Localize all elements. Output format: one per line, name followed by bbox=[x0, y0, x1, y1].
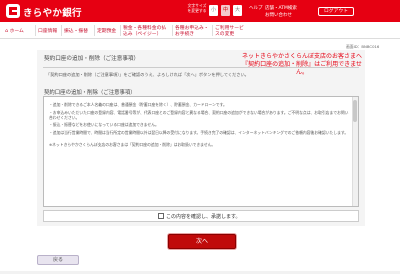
page-title: 契約口座の追加・削除（ご注意事項） bbox=[44, 56, 140, 62]
font-size-medium-button[interactable]: 中 bbox=[221, 5, 230, 16]
next-button[interactable]: 次へ bbox=[168, 234, 236, 249]
nav-divider bbox=[172, 25, 173, 36]
scrollbar-track[interactable] bbox=[352, 97, 358, 206]
font-size-small-button[interactable]: 小 bbox=[209, 5, 218, 16]
shop-atm-link[interactable]: 店舗・ATM検索 bbox=[265, 5, 297, 11]
font-size-large-button[interactable]: 大 bbox=[233, 5, 242, 16]
confirm-checkbox[interactable] bbox=[158, 213, 164, 219]
font-size-label: 文字サイズを変更する bbox=[187, 3, 207, 13]
bank-logo-icon bbox=[6, 4, 20, 18]
notice-message: ネットきらやかさくらんぼ支店のお客さまへ 『契約口座の追加・削除』はご利用できま… bbox=[242, 53, 362, 77]
term-item: ・追加・削除できるご本人名義の口座は、普通預金（貯蓄口座を除く）、貯蓄預金、カー… bbox=[49, 102, 227, 107]
terms-scroll-box[interactable]: ・追加・削除できるご本人名義の口座は、普通預金（貯蓄口座を除く）、貯蓄預金、カー… bbox=[43, 96, 359, 207]
header-bar: きらやか銀行 文字サイズを変更する 小 中 大 ヘルプ 店舗・ATM検索 お問い… bbox=[0, 0, 400, 22]
title-divider bbox=[43, 67, 359, 68]
nav-transfer[interactable]: 振込・振替 bbox=[64, 29, 88, 35]
inquiry-link[interactable]: お問い合わせ bbox=[265, 12, 292, 18]
bank-name[interactable]: きらやか銀行 bbox=[23, 5, 82, 19]
nav-pay-easy[interactable]: 税金・各種料金の払込み（ペイジー） bbox=[123, 26, 169, 37]
nav-divider bbox=[94, 25, 95, 36]
nav-account-info[interactable]: 口座情報 bbox=[38, 29, 57, 35]
notice-line: ネットきらやかさくらんぼ支店のお客さまへ bbox=[242, 53, 363, 60]
notice-line: 『契約口座の追加・削除』はご利用できません。 bbox=[242, 61, 362, 76]
term-item: ・振込・振替などをお使いになっている口座は追加できません。 bbox=[49, 122, 159, 127]
nav-divider bbox=[120, 25, 121, 36]
scrollbar-thumb[interactable] bbox=[353, 100, 357, 122]
logout-button[interactable]: ログアウト bbox=[318, 7, 354, 16]
nav-service-change[interactable]: ご利用サービスの変更 bbox=[215, 26, 247, 37]
intro-text: 「契約口座の追加・削除（ご注意事項）」をご確認のうえ、よろしければ「次へ」ボタン… bbox=[46, 72, 249, 77]
nav-applications[interactable]: 各種お申込み・お手続き bbox=[175, 26, 209, 37]
back-button[interactable]: 戻る bbox=[37, 255, 79, 265]
nav-time-deposit[interactable]: 定期預金 bbox=[97, 29, 116, 35]
home-icon: ⌂ bbox=[5, 29, 9, 34]
section-title: 契約口座の追加・削除（ご注意事項） bbox=[44, 90, 136, 96]
term-item: ・お申込みいただいた口座の登録内容、電話番号等が、代表口座とのご登録内容と異なる… bbox=[49, 110, 349, 121]
nav-divider bbox=[212, 25, 213, 36]
confirm-label[interactable]: この内容を確認し、承諾します。 bbox=[166, 213, 241, 220]
term-item: ※ネットきらやかさくらんぼ支店のお客さまは「契約口座の追加・削除」はお取扱いでき… bbox=[49, 142, 216, 147]
help-link[interactable]: ヘルプ bbox=[249, 5, 263, 11]
term-item: ・追加は当行営業時間で、時間は当行所定の営業時間以外は翌日以降の受付になります。… bbox=[49, 130, 349, 135]
nav-divider bbox=[61, 25, 62, 36]
nav-divider bbox=[35, 25, 36, 36]
nav-home[interactable]: ⌂ ホーム bbox=[5, 29, 24, 35]
